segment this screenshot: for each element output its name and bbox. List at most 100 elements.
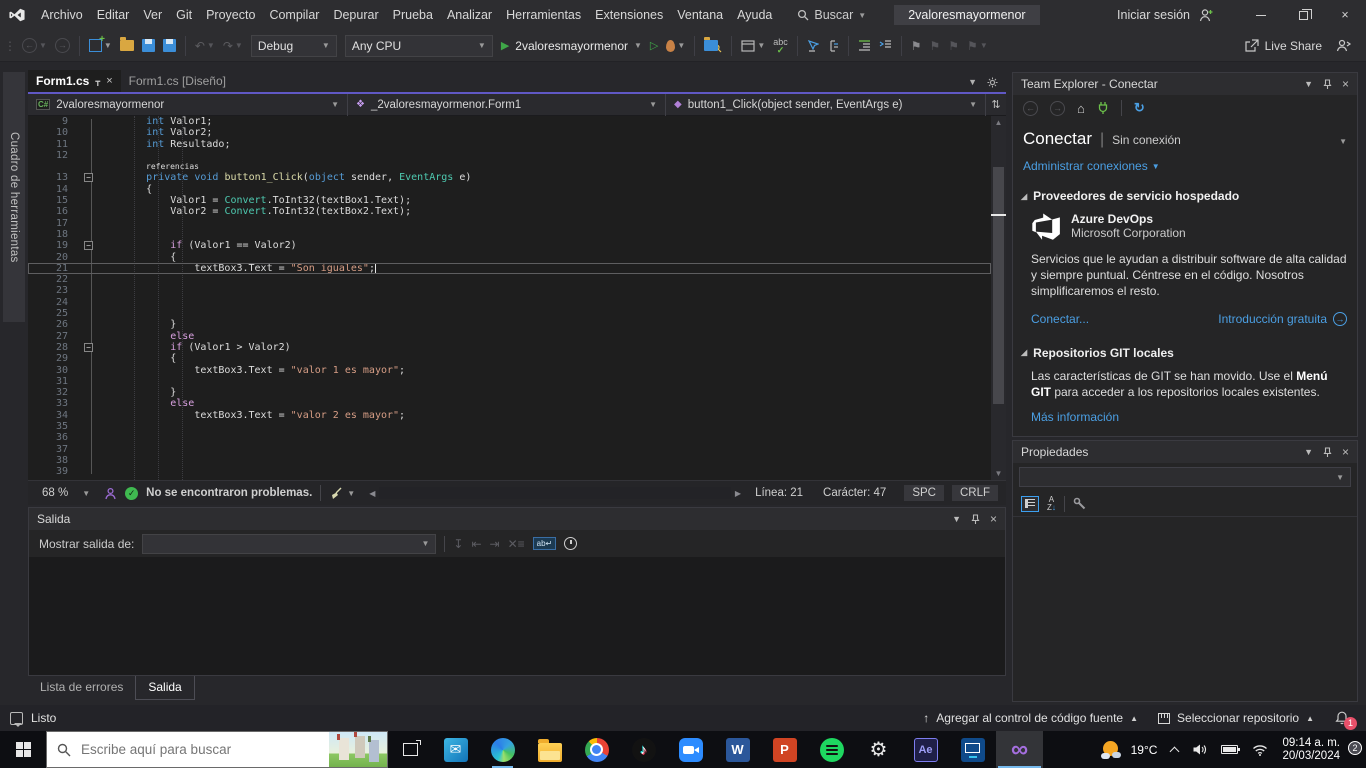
menu-analizar[interactable]: Analizar — [440, 8, 499, 22]
select-repository-button[interactable]: Seleccionar repositorio ▲ — [1158, 711, 1314, 725]
tray-overflow-icon[interactable] — [1169, 746, 1180, 756]
categorized-view-button[interactable] — [1021, 495, 1039, 512]
show-in-designer-button[interactable]: ▼ — [737, 34, 769, 58]
spell-check-button[interactable]: abc ✓ — [769, 34, 792, 58]
search-highlight-image[interactable] — [329, 732, 387, 767]
zoom-dropdown[interactable]: 68 % ▼ — [36, 485, 96, 501]
next-message-icon[interactable]: ⇥ — [490, 537, 500, 551]
decrease-indent-button[interactable] — [854, 34, 875, 58]
start-button[interactable] — [0, 731, 46, 768]
tab-form1-cs[interactable]: Form1.cs ┳ × — [28, 70, 121, 92]
panel-menu-caret-icon[interactable]: ▼ — [1304, 447, 1313, 457]
volume-icon[interactable] — [1192, 743, 1207, 756]
zoom-icon[interactable] — [667, 731, 714, 768]
explorer-icon[interactable] — [526, 731, 573, 768]
pin-icon[interactable] — [971, 513, 980, 525]
home-icon[interactable]: ⌂ — [1077, 101, 1085, 116]
menu-extensiones[interactable]: Extensiones — [588, 8, 670, 22]
menu-archivo[interactable]: Archivo — [34, 8, 90, 22]
restore-button[interactable] — [1282, 0, 1324, 30]
te-back-icon[interactable]: ← — [1023, 100, 1038, 116]
code-editor[interactable]: 9 int Valor1; 10 int Valor2; 11 int Result… — [28, 116, 1006, 480]
refresh-icon[interactable]: ↻ — [1134, 100, 1145, 116]
pin-icon[interactable] — [1323, 78, 1332, 90]
wifi-icon[interactable] — [1252, 744, 1268, 756]
azure-connect-link[interactable]: Conectar... — [1031, 312, 1089, 326]
menu-editar[interactable]: Editar — [90, 8, 137, 22]
previous-message-icon[interactable]: ⇤ — [471, 537, 481, 551]
tool-tab-lista-de-errores[interactable]: Lista de errores — [28, 676, 135, 700]
solution-configuration-dropdown[interactable]: Debug ▼ — [250, 34, 337, 57]
fold-collapse-icon[interactable]: − — [84, 173, 93, 183]
editor-vertical-scrollbar[interactable]: ▲ ▼ — [991, 116, 1006, 480]
insert-mode-indicator[interactable]: SPC — [904, 485, 944, 501]
redo-button[interactable]: ↷ ▼ — [219, 34, 247, 58]
company-portal-icon[interactable] — [949, 731, 996, 768]
increase-indent-button[interactable] — [875, 34, 896, 58]
select-pointer-button[interactable] — [803, 34, 823, 58]
powerpoint-icon[interactable] — [761, 731, 808, 768]
menu-ver[interactable]: Ver — [136, 8, 169, 22]
edge-icon[interactable] — [479, 731, 526, 768]
type-dropdown[interactable]: ❖ _2valoresmayormenor.Form1 ▼ — [348, 93, 666, 116]
menu-ayuda[interactable]: Ayuda — [730, 8, 779, 22]
output-source-dropdown[interactable]: ▼ — [142, 533, 437, 554]
clock-widget[interactable]: 09:14 a. m. 20/03/2024 — [1282, 737, 1340, 763]
mail-icon[interactable] — [432, 731, 479, 768]
undo-button[interactable]: ↶ ▼ — [191, 34, 219, 58]
output-content[interactable] — [29, 557, 1005, 675]
editor-horizontal-scrollbar[interactable]: ◀ ▶ — [369, 487, 741, 499]
task-view-button[interactable] — [388, 731, 432, 768]
pin-icon[interactable] — [1323, 446, 1332, 458]
timestamp-icon[interactable] — [564, 537, 578, 550]
properties-object-dropdown[interactable]: ▼ — [1019, 467, 1351, 487]
get-started-arrow-icon[interactable]: → — [1333, 311, 1347, 326]
te-forward-icon[interactable]: → — [1050, 100, 1065, 116]
live-share-button[interactable]: Live Share — [1240, 34, 1326, 58]
next-bookmark-button[interactable]: ⚑ — [944, 34, 963, 58]
menu-depurar[interactable]: Depurar — [326, 8, 385, 22]
solution-platform-dropdown[interactable]: Any CPU ▼ — [344, 34, 493, 57]
close-button[interactable]: × — [1324, 0, 1366, 30]
after-effects-icon[interactable] — [902, 731, 949, 768]
close-icon[interactable]: × — [1342, 446, 1349, 458]
visual-studio-icon[interactable] — [996, 731, 1043, 768]
chrome-icon[interactable] — [573, 731, 620, 768]
code-structure-button[interactable] — [823, 34, 843, 58]
close-icon[interactable]: × — [1342, 78, 1349, 90]
alphabetical-sort-button[interactable]: A Z↓ — [1047, 495, 1056, 512]
word-icon[interactable] — [714, 731, 761, 768]
find-message-icon[interactable]: ↧ — [453, 537, 463, 551]
open-file-button[interactable] — [116, 34, 138, 58]
panel-menu-caret-icon[interactable]: ▼ — [952, 514, 961, 524]
battery-icon[interactable] — [1221, 745, 1241, 754]
scroll-right-icon[interactable]: ▶ — [735, 489, 741, 498]
notifications-button[interactable]: 1 — [1334, 710, 1357, 730]
menu-compilar[interactable]: Compilar — [262, 8, 326, 22]
menu-prueba[interactable]: Prueba — [386, 8, 440, 22]
connect-plug-icon[interactable] — [1097, 101, 1109, 115]
menu-ventana[interactable]: Ventana — [670, 8, 730, 22]
sign-in-person-icon[interactable] — [1198, 8, 1214, 22]
manage-connections-caret-icon[interactable]: ▼ — [1152, 162, 1160, 171]
toolbox-tab[interactable]: Cuadro de herramientas — [3, 72, 25, 322]
column-indicator[interactable]: Carácter: 47 — [823, 487, 886, 499]
line-ending-indicator[interactable]: CRLF — [951, 485, 998, 501]
find-in-files-button[interactable] — [700, 34, 726, 58]
sign-in-button[interactable]: Iniciar sesión — [1117, 8, 1190, 22]
panel-menu-caret-icon[interactable]: ▼ — [1304, 79, 1313, 89]
weather-widget[interactable]: 19°C — [1100, 740, 1157, 759]
code-cleanup-button[interactable]: ▼ — [329, 487, 355, 500]
member-dropdown[interactable]: ◆ button1_Click(object sender, EventArgs… — [666, 93, 986, 116]
navigate-back-button[interactable]: ← ▼ — [18, 34, 51, 58]
taskbar-search[interactable] — [46, 731, 388, 768]
toggle-bookmark-button[interactable]: ⚑ — [907, 34, 926, 58]
tab-pin-icon[interactable]: ┳ — [95, 77, 100, 86]
spotify-icon[interactable] — [808, 731, 855, 768]
local-git-section[interactable]: ◢ Repositorios GIT locales — [1013, 336, 1357, 364]
problems-status[interactable]: No se encontraron problemas. — [146, 487, 312, 499]
save-all-button[interactable] — [159, 34, 180, 58]
clear-all-icon[interactable]: ✕≡ — [508, 537, 525, 551]
tool-tab-salida[interactable]: Salida — [135, 676, 195, 700]
menu-proyecto[interactable]: Proyecto — [199, 8, 262, 22]
